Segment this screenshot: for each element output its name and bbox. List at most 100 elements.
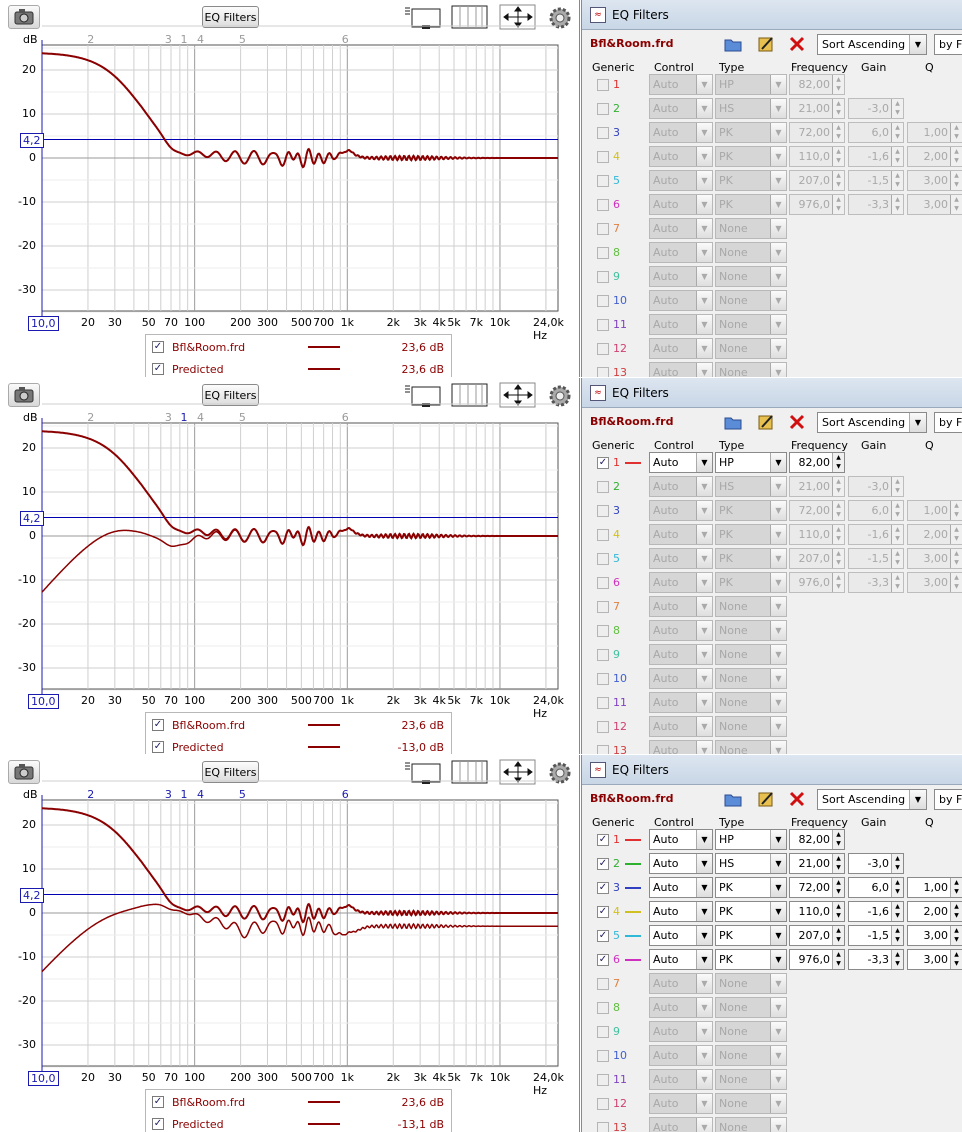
spinner-arrows-icon[interactable]: ▲ ▼: [832, 75, 844, 94]
edit-icon[interactable]: [757, 413, 775, 434]
type-select[interactable]: None ▼: [715, 362, 787, 377]
type-select[interactable]: PK ▼: [715, 901, 787, 922]
edit-icon[interactable]: [757, 790, 775, 811]
spinner-arrows-icon[interactable]: ▲ ▼: [891, 902, 903, 921]
frequency-spinner[interactable]: 976,0 ▲ ▼: [789, 194, 845, 215]
spinner-arrows-icon[interactable]: ▲ ▼: [832, 854, 844, 873]
legend-row[interactable]: ✓ Bfl&Room.frd 23,6 dB: [152, 716, 446, 734]
x-min-box[interactable]: 10,0: [28, 316, 59, 331]
control-select[interactable]: Auto ▼: [649, 716, 713, 737]
filter-enable-checkbox[interactable]: ✓: [597, 457, 609, 469]
type-select[interactable]: None ▼: [715, 242, 787, 263]
spinner-arrows-icon[interactable]: ▲ ▼: [832, 453, 844, 472]
frequency-spinner[interactable]: 976,0 ▲ ▼: [789, 949, 845, 970]
type-select[interactable]: PK ▼: [715, 194, 787, 215]
control-select[interactable]: Auto ▼: [649, 949, 713, 970]
filter-enable-checkbox[interactable]: [597, 223, 609, 235]
filter-enable-checkbox[interactable]: ✓: [597, 858, 609, 870]
window-title-bar[interactable]: ≈ EQ Filters: [582, 755, 962, 785]
filter-enable-checkbox[interactable]: [597, 529, 609, 541]
gain-spinner[interactable]: -1,5 ▲ ▼: [848, 548, 904, 569]
filter-enable-checkbox[interactable]: [597, 673, 609, 685]
spinner-arrows-icon[interactable]: ▲ ▼: [832, 549, 844, 568]
q-spinner[interactable]: 3,00 ▲ ▼: [907, 949, 962, 970]
spinner-arrows-icon[interactable]: ▲ ▼: [891, 950, 903, 969]
control-select[interactable]: Auto ▼: [649, 218, 713, 239]
clear-icon[interactable]: [789, 36, 805, 55]
type-select[interactable]: PK ▼: [715, 877, 787, 898]
spinner-arrows-icon[interactable]: ▲ ▼: [891, 926, 903, 945]
filter-enable-checkbox[interactable]: [597, 127, 609, 139]
control-select[interactable]: Auto ▼: [649, 122, 713, 143]
type-select[interactable]: HS ▼: [715, 853, 787, 874]
filter-enable-checkbox[interactable]: ✓: [597, 834, 609, 846]
filter-enable-checkbox[interactable]: [597, 1122, 609, 1132]
filter-enable-checkbox[interactable]: [597, 745, 609, 754]
x-min-box[interactable]: 10,0: [28, 694, 59, 709]
gain-spinner[interactable]: -3,3 ▲ ▼: [848, 572, 904, 593]
gain-spinner[interactable]: -3,3 ▲ ▼: [848, 949, 904, 970]
spinner-arrows-icon[interactable]: ▲ ▼: [891, 123, 903, 142]
spinner-arrows-icon[interactable]: ▲ ▼: [950, 123, 962, 142]
control-select[interactable]: Auto ▼: [649, 1021, 713, 1042]
filter-enable-checkbox[interactable]: [597, 1050, 609, 1062]
legend-checkbox[interactable]: ✓: [152, 1096, 164, 1108]
spinner-arrows-icon[interactable]: ▲ ▼: [832, 902, 844, 921]
spinner-arrows-icon[interactable]: ▲ ▼: [950, 926, 962, 945]
gain-spinner[interactable]: -1,5 ▲ ▼: [848, 170, 904, 191]
legend-checkbox[interactable]: ✓: [152, 1118, 164, 1130]
frequency-spinner[interactable]: 207,0 ▲ ▼: [789, 925, 845, 946]
frequency-spinner[interactable]: 21,00 ▲ ▼: [789, 476, 845, 497]
type-select[interactable]: PK ▼: [715, 122, 787, 143]
spinner-arrows-icon[interactable]: ▲ ▼: [832, 171, 844, 190]
clear-icon[interactable]: [789, 791, 805, 810]
spinner-arrows-icon[interactable]: ▲ ▼: [832, 573, 844, 592]
frequency-spinner[interactable]: 976,0 ▲ ▼: [789, 572, 845, 593]
gain-spinner[interactable]: 6,0 ▲ ▼: [848, 877, 904, 898]
type-select[interactable]: None ▼: [715, 1021, 787, 1042]
filter-marker[interactable]: 2: [87, 788, 94, 801]
control-select[interactable]: Auto ▼: [649, 170, 713, 191]
control-select[interactable]: Auto ▼: [649, 740, 713, 754]
target-level-box[interactable]: 4,2: [20, 132, 44, 148]
type-select[interactable]: None ▼: [715, 338, 787, 359]
by-select[interactable]: by Fr: [934, 412, 962, 433]
sort-select[interactable]: Sort Ascending ▼: [817, 789, 927, 810]
filter-marker[interactable]: 2: [87, 33, 94, 46]
filter-enable-checkbox[interactable]: [597, 978, 609, 990]
spinner-arrows-icon[interactable]: ▲ ▼: [891, 171, 903, 190]
gain-spinner[interactable]: 6,0 ▲ ▼: [848, 500, 904, 521]
target-level-box[interactable]: 4,2: [20, 510, 44, 526]
control-select[interactable]: Auto ▼: [649, 853, 713, 874]
control-select[interactable]: Auto ▼: [649, 338, 713, 359]
frequency-spinner[interactable]: 72,00 ▲ ▼: [789, 500, 845, 521]
folder-open-icon[interactable]: [724, 36, 742, 55]
frequency-spinner[interactable]: 82,00 ▲ ▼: [789, 829, 845, 850]
type-select[interactable]: None ▼: [715, 644, 787, 665]
spinner-arrows-icon[interactable]: ▲ ▼: [832, 195, 844, 214]
control-select[interactable]: Auto ▼: [649, 572, 713, 593]
frequency-spinner[interactable]: 21,00 ▲ ▼: [789, 98, 845, 119]
filter-marker[interactable]: 6: [342, 33, 349, 46]
spinner-arrows-icon[interactable]: ▲ ▼: [832, 99, 844, 118]
spinner-arrows-icon[interactable]: ▲ ▼: [950, 950, 962, 969]
frequency-spinner[interactable]: 207,0 ▲ ▼: [789, 170, 845, 191]
spinner-arrows-icon[interactable]: ▲ ▼: [950, 902, 962, 921]
gain-spinner[interactable]: -1,6 ▲ ▼: [848, 901, 904, 922]
type-select[interactable]: HS ▼: [715, 476, 787, 497]
filter-enable-checkbox[interactable]: ✓: [597, 882, 609, 894]
type-select[interactable]: None ▼: [715, 290, 787, 311]
filter-enable-checkbox[interactable]: [597, 295, 609, 307]
filter-enable-checkbox[interactable]: [597, 199, 609, 211]
filter-enable-checkbox[interactable]: [597, 1098, 609, 1110]
control-select[interactable]: Auto ▼: [649, 997, 713, 1018]
filter-enable-checkbox[interactable]: [597, 151, 609, 163]
spinner-arrows-icon[interactable]: ▲ ▼: [891, 573, 903, 592]
type-select[interactable]: HS ▼: [715, 98, 787, 119]
type-select[interactable]: PK ▼: [715, 548, 787, 569]
window-title-bar[interactable]: ≈ EQ Filters: [582, 0, 962, 30]
type-select[interactable]: HP ▼: [715, 452, 787, 473]
filter-marker[interactable]: 2: [87, 411, 94, 424]
spinner-arrows-icon[interactable]: ▲ ▼: [950, 549, 962, 568]
spinner-arrows-icon[interactable]: ▲ ▼: [950, 171, 962, 190]
